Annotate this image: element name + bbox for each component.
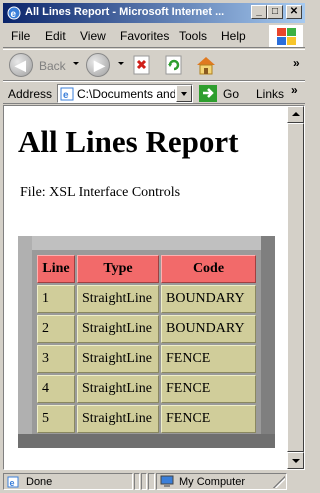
status-pane: e Done bbox=[3, 473, 133, 490]
menu-view[interactable]: View bbox=[80, 29, 106, 43]
menu-favorites[interactable]: Favorites bbox=[120, 29, 169, 43]
page-icon: e bbox=[60, 87, 74, 101]
column-header-line: Line bbox=[37, 255, 75, 283]
menu-bar: File Edit View Favorites Tools Help bbox=[3, 24, 305, 48]
page-content: All Lines Report File: XSL Interface Con… bbox=[4, 106, 287, 469]
title-bar[interactable]: e All Lines Report - Microsoft Internet … bbox=[3, 3, 305, 23]
table-row: 4 StraightLine FENCE bbox=[37, 375, 256, 403]
cell-type: StraightLine bbox=[77, 285, 159, 313]
status-text: Done bbox=[26, 476, 53, 488]
resize-grip[interactable] bbox=[273, 476, 285, 488]
toolbar-chevron[interactable]: » bbox=[293, 56, 300, 70]
cell-code: BOUNDARY bbox=[161, 285, 256, 313]
chevron-down-icon bbox=[292, 459, 300, 463]
minimize-button[interactable]: _ bbox=[251, 5, 267, 19]
maximize-button[interactable]: □ bbox=[267, 5, 283, 19]
window-title: All Lines Report - Microsoft Internet ..… bbox=[25, 6, 225, 18]
back-arrow-icon[interactable]: ◀ bbox=[9, 53, 33, 77]
cell-type: StraightLine bbox=[77, 375, 159, 403]
cell-line: 4 bbox=[37, 375, 75, 403]
forward-dropdown-icon[interactable] bbox=[118, 62, 124, 65]
cell-code: FENCE bbox=[161, 375, 256, 403]
table-row: 1 StraightLine BOUNDARY bbox=[37, 285, 256, 313]
cell-code: FENCE bbox=[161, 405, 256, 433]
page-done-icon: e bbox=[7, 476, 19, 488]
menu-tools[interactable]: Tools bbox=[179, 29, 207, 43]
vertical-scrollbar[interactable] bbox=[287, 106, 304, 469]
address-bar: Address e C:\Documents and Go Links » bbox=[3, 81, 305, 104]
toolbar: ◀ Back ▶ » bbox=[3, 49, 305, 81]
links-button[interactable]: Links bbox=[256, 87, 284, 101]
close-button[interactable]: ✕ bbox=[286, 5, 302, 19]
table-row: 5 StraightLine FENCE bbox=[37, 405, 256, 433]
cell-code: FENCE bbox=[161, 345, 256, 373]
stop-icon[interactable] bbox=[131, 54, 153, 76]
column-header-code: Code bbox=[161, 255, 256, 283]
go-arrow-icon[interactable] bbox=[199, 85, 217, 102]
scroll-thumb[interactable] bbox=[287, 123, 304, 452]
windows-logo-icon bbox=[269, 25, 303, 47]
cell-line: 3 bbox=[37, 345, 75, 373]
cell-type: StraightLine bbox=[77, 315, 159, 343]
svg-text:e: e bbox=[63, 90, 69, 101]
page-title: All Lines Report bbox=[18, 124, 239, 159]
links-chevron[interactable]: » bbox=[291, 83, 298, 97]
chevron-down-icon bbox=[181, 92, 187, 96]
column-header-type: Type bbox=[77, 255, 159, 283]
address-label: Address bbox=[8, 87, 53, 101]
address-value[interactable]: C:\Documents and bbox=[77, 87, 175, 101]
forward-arrow-icon[interactable]: ▶ bbox=[86, 53, 110, 77]
table-row: 3 StraightLine FENCE bbox=[37, 345, 256, 373]
menu-file[interactable]: File bbox=[11, 29, 30, 43]
svg-text:e: e bbox=[10, 478, 15, 488]
table-header-row: Line Type Code bbox=[37, 255, 256, 283]
scroll-up-button[interactable] bbox=[287, 106, 304, 123]
home-icon[interactable] bbox=[195, 54, 217, 76]
lines-table: Line Type Code 1 StraightLine BOUNDARY 2 bbox=[35, 253, 258, 435]
svg-text:e: e bbox=[11, 9, 17, 20]
page-viewport: All Lines Report File: XSL Interface Con… bbox=[3, 105, 305, 470]
cell-line: 5 bbox=[37, 405, 75, 433]
security-zone-text: My Computer bbox=[179, 476, 246, 488]
cell-line: 2 bbox=[37, 315, 75, 343]
cell-code: BOUNDARY bbox=[161, 315, 256, 343]
status-bar: e Done My Computer bbox=[3, 471, 305, 492]
cell-type: StraightLine bbox=[77, 345, 159, 373]
address-input[interactable]: e C:\Documents and bbox=[57, 84, 193, 103]
table-frame: Line Type Code 1 StraightLine BOUNDARY 2 bbox=[18, 236, 275, 448]
go-button[interactable]: Go bbox=[223, 87, 239, 101]
scroll-down-button[interactable] bbox=[287, 452, 304, 469]
chevron-up-icon bbox=[292, 112, 300, 116]
browser-window: e All Lines Report - Microsoft Internet … bbox=[0, 0, 306, 493]
file-line: File: XSL Interface Controls bbox=[20, 185, 181, 200]
my-computer-icon bbox=[160, 475, 174, 487]
cell-type: StraightLine bbox=[77, 405, 159, 433]
table-row: 2 StraightLine BOUNDARY bbox=[37, 315, 256, 343]
menu-help[interactable]: Help bbox=[221, 29, 246, 43]
refresh-icon[interactable] bbox=[163, 54, 185, 76]
back-dropdown-icon[interactable] bbox=[73, 62, 79, 65]
internet-explorer-icon: e bbox=[7, 6, 21, 20]
menu-edit[interactable]: Edit bbox=[45, 29, 66, 43]
back-button-label[interactable]: Back bbox=[39, 59, 66, 73]
security-zone-pane: My Computer bbox=[156, 473, 287, 490]
cell-line: 1 bbox=[37, 285, 75, 313]
address-dropdown-button[interactable] bbox=[176, 85, 192, 102]
